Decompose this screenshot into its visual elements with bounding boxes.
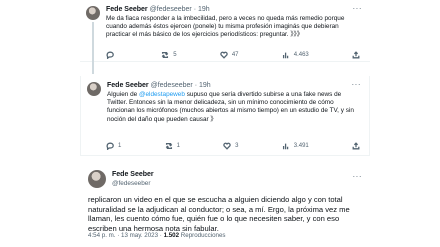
- tweet-time[interactable]: · 19h: [194, 6, 210, 13]
- like-button[interactable]: 3: [223, 142, 239, 150]
- views-icon: [282, 52, 288, 59]
- heart-icon: [223, 142, 231, 150]
- retweet-count: 1: [176, 143, 180, 149]
- author-name[interactable]: Fede Seeber: [112, 171, 154, 178]
- share-icon: [352, 51, 360, 59]
- author-name[interactable]: Fede Seeber: [106, 6, 148, 13]
- author-name[interactable]: Fede Seeber: [107, 82, 149, 89]
- share-button[interactable]: [352, 142, 360, 150]
- views-count: 3.491: [293, 143, 309, 149]
- author-handle[interactable]: @fedeseeber: [150, 6, 192, 13]
- heart-icon: [220, 51, 228, 59]
- views-button[interactable]: 4.463: [282, 51, 309, 59]
- retweet-button[interactable]: 1: [165, 142, 180, 150]
- share-icon: [352, 142, 360, 150]
- tweet-meta: Fede Seeber @fedeseeber · 19h: [106, 6, 210, 13]
- views-count: 4.463: [293, 52, 309, 58]
- tweet-actions: 1 1 3 3.491: [106, 142, 360, 150]
- tweet-thread: Fede Seeber @fedeseeber · 19h ··· Me da …: [0, 0, 440, 247]
- author-handle[interactable]: @fedeseeber: [151, 82, 193, 89]
- retweet-count: 5: [173, 52, 177, 58]
- tweet-text: Me da fiaca responder a la imbecilidad, …: [106, 15, 345, 39]
- author-handle[interactable]: @fedeseeber: [112, 180, 150, 187]
- tweet-text-start: Alguien de: [107, 91, 139, 98]
- retweet-icon: [161, 51, 169, 59]
- reply-icon: [106, 51, 114, 59]
- retweet-icon: [165, 142, 172, 150]
- views-count: 1.502: [163, 232, 180, 239]
- reply-button[interactable]: 1: [106, 142, 121, 150]
- reply-count: 1: [118, 143, 122, 149]
- views-label: Reproducciones: [180, 232, 226, 239]
- tweet-meta: Fede Seeber @fedeseeber · 19h: [107, 82, 211, 89]
- tweet-footer: 4:54 p. m. · 13 may. 2023 · 1.502 Reprod…: [88, 232, 226, 239]
- tweet-card-1[interactable]: Fede Seeber @fedeseeber · 19h ··· Me da …: [80, 0, 370, 74]
- mention-link[interactable]: @eldestapeweb: [139, 91, 185, 98]
- tweet-time[interactable]: · 19h: [195, 82, 211, 89]
- more-options-icon[interactable]: ···: [353, 172, 363, 181]
- like-button[interactable]: 47: [220, 51, 239, 59]
- tweet-text: Alguien de @eldestapeweb supuso que serí…: [107, 91, 361, 124]
- like-count: 47: [231, 52, 239, 58]
- views-button[interactable]: 3.491: [282, 142, 309, 150]
- retweet-button[interactable]: 5: [161, 51, 177, 59]
- views-icon: [282, 143, 288, 150]
- reply-icon: [106, 142, 114, 150]
- main-tweet: Fede Seeber @fedeseeber ··· replicaron u…: [80, 170, 370, 247]
- tweet-text: replicaron un video en el que se escucha…: [88, 195, 350, 233]
- share-button[interactable]: [352, 51, 360, 59]
- more-options-icon[interactable]: ···: [352, 80, 362, 89]
- like-count: 3: [235, 143, 239, 149]
- avatar[interactable]: [86, 6, 100, 20]
- avatar[interactable]: [88, 170, 106, 188]
- reply-button[interactable]: [106, 51, 118, 59]
- avatar[interactable]: [87, 82, 101, 96]
- more-options-icon[interactable]: ···: [353, 4, 363, 13]
- thread-line: [92, 22, 94, 74]
- tweet-timestamp[interactable]: 4:54 p. m. · 13 may. 2023 ·: [88, 232, 162, 239]
- tweet-actions: 5 47 4.463: [106, 51, 360, 59]
